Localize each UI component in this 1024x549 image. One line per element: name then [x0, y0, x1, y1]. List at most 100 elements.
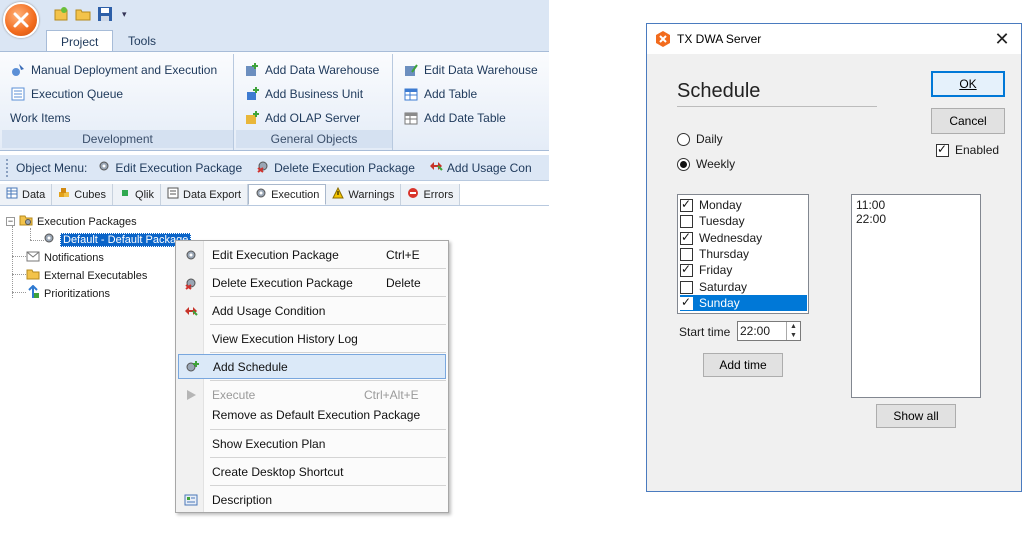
- toolbar-grip[interactable]: [6, 158, 10, 177]
- time-item[interactable]: 11:00: [856, 198, 885, 212]
- menu-item-edit-execution-package[interactable]: Edit Execution Package Ctrl+E: [178, 242, 446, 267]
- add-business-unit-button[interactable]: Add Business Unit: [244, 83, 363, 105]
- add-date-table-button[interactable]: Add Date Table: [403, 107, 506, 129]
- day-label: Friday: [699, 263, 733, 277]
- days-checklist: Monday Tuesday Wednesday Thursday Friday…: [677, 194, 809, 314]
- day-label: Saturday: [699, 280, 748, 294]
- ok-button-label: OK: [959, 77, 977, 91]
- menu-item-view-execution-history-log[interactable]: View Execution History Log: [178, 326, 446, 351]
- add-table-button[interactable]: Add Table: [403, 83, 477, 105]
- add-data-warehouse-button[interactable]: Add Data Warehouse: [244, 59, 379, 81]
- day-label: Wednesday: [699, 231, 763, 245]
- show-all-button[interactable]: Show all: [876, 404, 956, 428]
- play-icon: [178, 389, 204, 401]
- day-item-thursday[interactable]: Thursday: [680, 246, 807, 262]
- open-folder-icon[interactable]: [74, 6, 92, 22]
- start-time-input[interactable]: 22:00 ▲ ▼: [737, 321, 801, 341]
- checkbox-box: [936, 142, 949, 157]
- manual-deployment-button[interactable]: Manual Deployment and Execution: [10, 59, 217, 81]
- tab-warnings[interactable]: Warnings: [326, 184, 402, 205]
- menu-item-remove-default[interactable]: Remove as Default Execution Package: [178, 402, 446, 427]
- cancel-button[interactable]: Cancel: [931, 108, 1005, 134]
- cubes-icon: [58, 187, 70, 202]
- document-tab-strip: Data Cubes Qlik Data Export Execution Wa…: [0, 184, 549, 206]
- tree-node-prioritizations[interactable]: Prioritizations: [26, 284, 110, 302]
- ok-button[interactable]: OK: [931, 71, 1005, 97]
- menu-item-description[interactable]: Description: [178, 487, 446, 512]
- tab-data-export[interactable]: Data Export: [161, 184, 249, 205]
- package-gear-icon: [42, 231, 56, 248]
- tab-tools[interactable]: Tools: [114, 30, 170, 52]
- menu-item-label: Show Execution Plan: [212, 436, 326, 451]
- gear-edit-icon: [178, 248, 204, 262]
- application-menu-button[interactable]: [3, 2, 39, 38]
- weekly-radio[interactable]: Weekly: [677, 157, 735, 171]
- tab-errors[interactable]: Errors: [401, 184, 461, 205]
- tab-execution[interactable]: Execution: [248, 184, 327, 205]
- dialog-title-bar: TX DWA Server ✕: [647, 24, 1021, 54]
- checkbox-box: [680, 295, 693, 310]
- add-time-label: Add time: [719, 358, 767, 372]
- collapse-icon[interactable]: −: [6, 217, 15, 226]
- start-time-label: Start time: [679, 325, 731, 339]
- day-item-monday[interactable]: Monday: [680, 197, 807, 213]
- quick-access-toolbar: ▾: [52, 5, 127, 23]
- day-item-tuesday[interactable]: Tuesday: [680, 213, 807, 229]
- enabled-checkbox[interactable]: Enabled: [936, 142, 999, 157]
- tab-qlik[interactable]: Qlik: [113, 184, 161, 205]
- weekly-label: Weekly: [696, 157, 736, 171]
- add-time-button[interactable]: Add time: [703, 353, 783, 377]
- tree-node-default-package[interactable]: Default - Default Package: [42, 231, 192, 248]
- tab-cubes[interactable]: Cubes: [52, 184, 114, 205]
- close-x-logo-icon: [13, 12, 29, 28]
- ribbon-item-label: Add Date Table: [424, 111, 506, 125]
- menu-item-add-schedule[interactable]: Add Schedule: [178, 354, 446, 379]
- time-item[interactable]: 22:00: [856, 212, 886, 226]
- day-item-saturday[interactable]: Saturday: [680, 279, 807, 295]
- execution-queue-button[interactable]: Execution Queue: [10, 83, 123, 105]
- ribbon-item-label: Manual Deployment and Execution: [31, 63, 218, 77]
- object-menu-label: Object Menu:: [16, 160, 88, 175]
- show-all-label: Show all: [893, 409, 939, 423]
- day-item-friday[interactable]: Friday: [680, 262, 807, 278]
- dialog-title: TX DWA Server: [677, 32, 762, 46]
- menu-item-create-desktop-shortcut[interactable]: Create Desktop Shortcut: [178, 459, 446, 484]
- tab-label: Cubes: [74, 188, 107, 201]
- data-warehouse-add-icon: [244, 62, 260, 78]
- queue-icon: [10, 86, 26, 102]
- add-olap-server-button[interactable]: Add OLAP Server: [244, 107, 360, 129]
- ribbon-group-label: Development: [2, 130, 233, 148]
- customize-toolbar-chevron-icon[interactable]: ▾: [122, 9, 127, 20]
- olap-server-add-icon: [244, 110, 260, 126]
- daily-radio[interactable]: Daily: [677, 132, 723, 146]
- tab-project[interactable]: Project: [46, 30, 114, 52]
- menu-item-delete-execution-package[interactable]: Delete Execution Package Delete: [178, 270, 446, 295]
- new-icon[interactable]: [52, 6, 70, 22]
- work-items-button[interactable]: Work Items: [10, 107, 70, 129]
- edit-execution-package-button[interactable]: Edit Execution Package: [93, 159, 246, 176]
- application-window: ▾ Project Tools Manual Deployment and Ex…: [0, 0, 549, 549]
- tab-data[interactable]: Data: [0, 184, 53, 205]
- schedule-dialog: TX DWA Server ✕ Schedule OK Cancel Enabl…: [646, 23, 1022, 492]
- menu-item-shortcut: Delete: [386, 275, 421, 290]
- time-spinner-icon[interactable]: ▲ ▼: [786, 322, 800, 340]
- edit-data-warehouse-button[interactable]: Edit Data Warehouse: [403, 59, 538, 81]
- menu-item-shortcut: Ctrl+E: [386, 247, 420, 262]
- data-table-icon: [6, 187, 18, 202]
- ribbon-item-label: Add Business Unit: [265, 87, 364, 101]
- save-icon[interactable]: [96, 6, 114, 22]
- tab-label: Warnings: [348, 188, 395, 201]
- menu-item-show-execution-plan[interactable]: Show Execution Plan: [178, 431, 446, 456]
- delete-execution-package-button[interactable]: Delete Execution Package: [252, 159, 419, 176]
- tree-node-notifications[interactable]: Notifications: [26, 249, 104, 266]
- close-icon[interactable]: ✕: [991, 28, 1013, 50]
- menu-item-add-usage-condition[interactable]: Add Usage Condition: [178, 298, 446, 323]
- tree-node-external-executables[interactable]: External Executables: [26, 267, 147, 284]
- context-menu: Edit Execution Package Ctrl+E Delete Exe…: [175, 240, 449, 513]
- day-item-sunday[interactable]: Sunday: [680, 295, 807, 311]
- ribbon: Manual Deployment and Execution Executio…: [0, 51, 549, 151]
- day-item-wednesday[interactable]: Wednesday: [680, 230, 807, 246]
- add-usage-condition-button[interactable]: Add Usage Con: [425, 159, 536, 176]
- tree-node-execution-packages[interactable]: − Execution Packages: [6, 213, 137, 230]
- business-unit-add-icon: [244, 86, 260, 102]
